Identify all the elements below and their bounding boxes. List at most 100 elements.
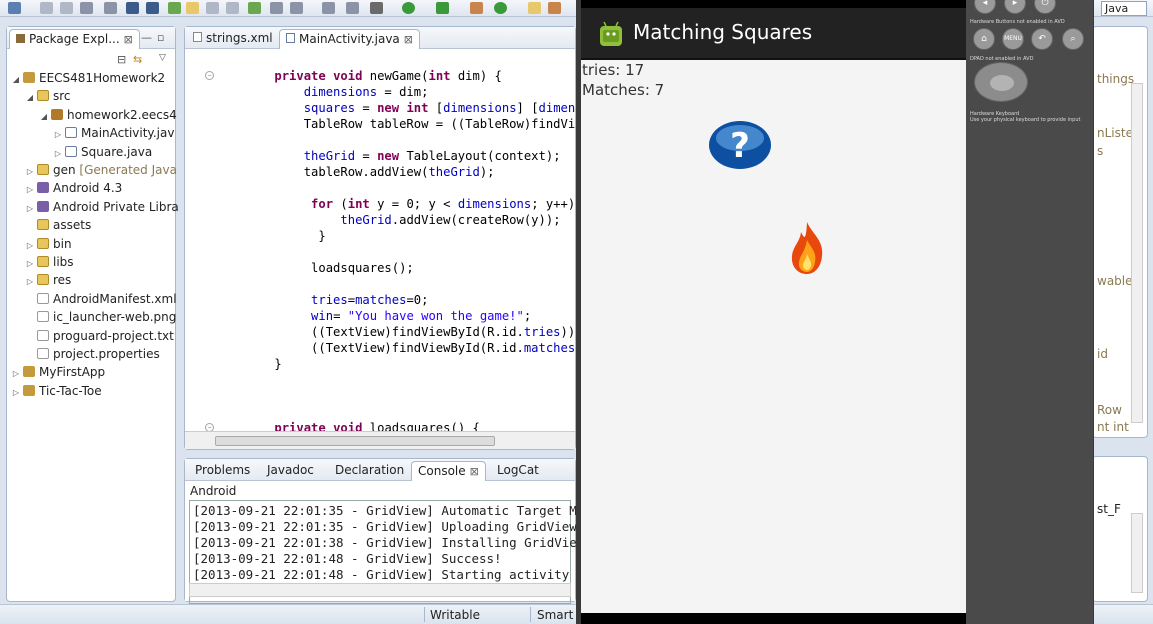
close-icon[interactable]: ⊠ [124,33,133,46]
tab-strings-xml[interactable]: strings.xml [187,29,279,49]
tree-item[interactable]: ◢ homework2.eecs4 [39,106,177,124]
code-line[interactable]: private void newGame(int dim) { [245,68,502,84]
tree-item[interactable]: ▷ res [25,271,71,289]
minimize-icon[interactable]: — [141,31,152,44]
skip-breakpoints-icon[interactable] [322,2,335,14]
code-line[interactable]: ((TextView)findViewById(R.id.matches)).s… [245,340,575,356]
tree-item[interactable]: ◢ src [25,87,71,105]
code-line[interactable]: squares = new int [dimensions] [dimensio… [245,100,575,116]
tree-item[interactable]: ▷ Android Private Libra [25,198,179,216]
tree-item[interactable]: assets [25,216,91,234]
tab-logcat[interactable]: LogCat [491,461,545,481]
code-area[interactable]: private void newGame(int dim) { dimensio… [185,50,575,431]
tree-item[interactable]: ▷ Square.java [53,143,152,161]
code-line[interactable]: theGrid = new TableLayout(context); [245,148,561,164]
tree-item[interactable]: ▷ Android 4.3 [25,179,122,197]
download-icon[interactable] [146,2,159,14]
collapsed-arrow-icon[interactable]: ▷ [25,237,35,255]
debug-icon[interactable] [370,2,383,14]
tab-mainactivity-java[interactable]: MainActivity.java ⊠ [279,29,420,49]
home-icon[interactable]: ⌂ [973,28,995,50]
code-line[interactable]: loadsquares(); [245,260,414,276]
android-sdk-icon[interactable] [168,2,181,14]
maximize-icon[interactable]: ▫ [157,31,164,44]
toggle-mark-icon[interactable] [186,2,199,14]
android-avd-icon[interactable] [248,2,261,14]
java-perspective-button[interactable]: Java [1101,1,1147,16]
search-icon[interactable] [548,2,561,14]
fold-toggle-icon[interactable]: − [205,423,214,431]
question-mark-icon[interactable]: ? [708,120,772,170]
side-scrollbar[interactable] [1131,513,1143,593]
pin-icon[interactable] [346,2,359,14]
scroll-thumb[interactable] [215,436,495,446]
new-icon[interactable] [8,2,21,14]
code-line[interactable]: for (int y = 0; y < dimensions; y++) { [245,196,575,212]
expanded-arrow-icon[interactable]: ◢ [25,89,35,107]
volume-up-icon[interactable]: ▸ [1004,0,1026,14]
expanded-arrow-icon[interactable]: ◢ [39,108,49,126]
toggle-block-icon[interactable] [206,2,219,14]
show-whitespace-icon[interactable] [226,2,239,14]
print-icon[interactable] [80,2,93,14]
open-folder-icon[interactable] [528,2,541,14]
fold-toggle-icon[interactable]: − [205,71,214,80]
code-line[interactable]: tries=matches=0; [245,292,428,308]
console-horizontal-scrollbar[interactable] [189,583,571,597]
tab-javadoc[interactable]: Javadoc [261,461,320,481]
collapsed-arrow-icon[interactable]: ▷ [25,181,35,199]
code-line[interactable]: private void loadsquares() { [245,420,479,431]
tree-item[interactable]: ▷ Tic-Tac-Toe [11,382,102,400]
collapsed-arrow-icon[interactable]: ▷ [11,365,21,383]
code-line[interactable]: win= "You have won the game!"; [245,308,531,324]
run-icon[interactable] [402,2,415,14]
code-line[interactable]: } [245,228,325,244]
tree-item[interactable]: project.properties [25,345,160,363]
collapsed-arrow-icon[interactable]: ▷ [53,126,63,144]
power-icon[interactable]: ⏻ [1034,0,1056,14]
menu-button[interactable]: MENU [1002,28,1024,50]
volume-down-icon[interactable]: ◂ [974,0,996,14]
save-icon[interactable] [40,2,53,14]
collapse-all-icon[interactable]: ⊟ [117,53,126,66]
fire-icon[interactable] [786,220,828,276]
save-all-icon[interactable] [60,2,73,14]
dpad-center-button[interactable] [990,75,1014,91]
collapsed-arrow-icon[interactable]: ▷ [11,384,21,402]
tab-problems[interactable]: Problems [189,461,256,481]
collapsed-arrow-icon[interactable]: ▷ [25,200,35,218]
upload-icon[interactable] [126,2,139,14]
tree-item[interactable]: ◢ EECS481Homework2 [11,69,165,87]
code-line[interactable]: } [245,356,281,372]
tree-item[interactable]: ic_launcher-web.png [25,308,176,326]
code-line[interactable]: dimensions = dim; [245,84,429,100]
code-line[interactable]: ((TextView)findViewById(R.id.tries)).set… [245,324,575,340]
tab-declaration[interactable]: Declaration [329,461,410,481]
search-icon[interactable]: ⌕ [1062,28,1084,50]
close-icon[interactable]: ⊠ [470,465,479,478]
tree-item[interactable]: ▷ libs [25,253,74,271]
tree-item[interactable]: ▷ bin [25,235,72,253]
checkbox-icon[interactable] [290,2,303,14]
lint-icon[interactable] [270,2,283,14]
editor-horizontal-scrollbar[interactable] [185,431,575,449]
code-line[interactable]: theGrid.addView(createRow(y)); [245,212,560,228]
tree-item[interactable]: AndroidManifest.xml [25,290,177,308]
tree-item[interactable]: ▷ gen [Generated Java [25,161,177,179]
close-icon[interactable]: ⊠ [404,33,413,46]
open-type-icon[interactable] [104,2,117,14]
collapsed-arrow-icon[interactable]: ▷ [53,145,63,163]
tree-item[interactable]: ▷ MyFirstApp [11,363,105,381]
collapsed-arrow-icon[interactable]: ▷ [25,163,35,181]
collapsed-arrow-icon[interactable]: ▷ [25,255,35,273]
dpad-control[interactable] [974,62,1028,102]
collapsed-arrow-icon[interactable]: ▷ [25,273,35,291]
link-editor-icon[interactable]: ⇆ [133,53,142,66]
code-line[interactable]: TableRow tableRow = ((TableRow)findViewB… [245,116,575,132]
new-package-icon[interactable] [494,2,507,14]
tab-console[interactable]: Console ⊠ [411,461,486,481]
expanded-arrow-icon[interactable]: ◢ [11,71,21,89]
outline-scrollbar[interactable] [1131,83,1143,423]
back-icon[interactable]: ↶ [1031,28,1053,50]
tree-item[interactable]: proguard-project.txt [25,327,174,345]
